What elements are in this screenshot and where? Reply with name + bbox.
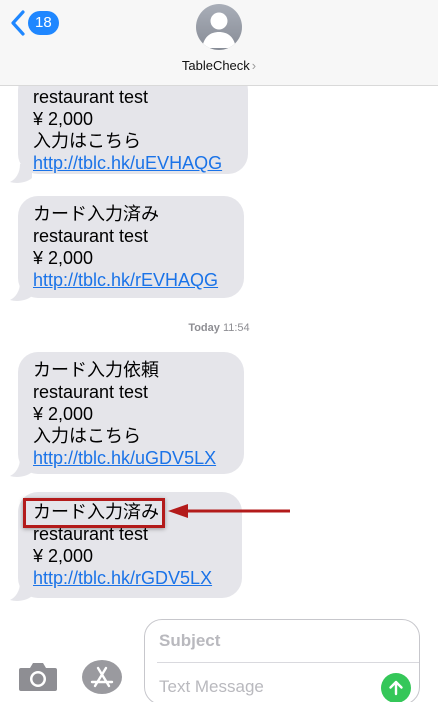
appstore-button[interactable]: [82, 660, 122, 694]
timestamp-day: Today: [188, 322, 220, 334]
bubble-tail: [10, 582, 32, 601]
message-link[interactable]: http://tblc.hk/uGDV5LX: [33, 447, 229, 469]
message-bubble[interactable]: カード入力依頼 restaurant test ¥ 2,000 入力はこちら h…: [18, 352, 244, 474]
arrow-up-icon: [389, 680, 403, 696]
annotation-highlight-box: [23, 498, 165, 528]
appstore-icon: [90, 666, 114, 688]
compose-field: [144, 619, 420, 702]
conversation-header: 18 TableCheck ›: [0, 0, 438, 86]
message-bubble[interactable]: カード入力済み restaurant test ¥ 2,000 http://t…: [18, 196, 244, 298]
contact-name: TableCheck: [181, 58, 250, 73]
timestamp-time: 11:54: [222, 322, 250, 334]
message-line: ¥ 2,000: [33, 109, 94, 129]
message-input[interactable]: [159, 675, 369, 699]
message-line: ¥ 2,000: [33, 248, 94, 268]
camera-icon: [19, 663, 57, 691]
message-line: 入力はこちら: [33, 131, 141, 151]
annotation-arrow-icon: [168, 504, 290, 518]
message-link[interactable]: http://tblc.hk/rEVHAQG: [33, 269, 229, 291]
bubble-tail: [10, 458, 32, 477]
back-button[interactable]: 18: [10, 10, 59, 36]
subject-input[interactable]: [159, 628, 409, 654]
bubble-tail: [10, 282, 32, 301]
contact-name-button[interactable]: TableCheck ›: [0, 58, 438, 73]
message-line: restaurant test: [33, 382, 149, 402]
compose-divider: [157, 662, 419, 663]
message-line: カード入力済み: [33, 204, 159, 224]
message-link[interactable]: http://tblc.hk/uEVHAQG: [33, 152, 233, 174]
message-line: ¥ 2,000: [33, 546, 94, 566]
camera-button[interactable]: [18, 660, 58, 692]
message-line: 入力はこちら: [33, 426, 141, 446]
chevron-right-icon: ›: [251, 58, 257, 73]
chevron-left-icon: [11, 10, 25, 36]
messages-screen: 18 TableCheck › restaurant test ¥ 2,000 入…: [0, 0, 438, 702]
message-link[interactable]: http://tblc.hk/rGDV5LX: [33, 567, 227, 589]
send-button[interactable]: [381, 673, 411, 702]
timestamp: Today 11:54: [0, 322, 438, 334]
person-icon: [202, 12, 236, 48]
message-line: ¥ 2,000: [33, 404, 94, 424]
unread-count-badge: 18: [28, 11, 59, 35]
message-line: restaurant test: [33, 226, 149, 246]
message-line: restaurant test: [33, 87, 149, 107]
compose-bar: [0, 610, 438, 702]
message-line: カード入力依頼: [33, 360, 159, 380]
bubble-tail: [10, 164, 32, 183]
message-list[interactable]: restaurant test ¥ 2,000 入力はこちら http://tb…: [0, 70, 438, 610]
contact-avatar[interactable]: [196, 4, 242, 50]
